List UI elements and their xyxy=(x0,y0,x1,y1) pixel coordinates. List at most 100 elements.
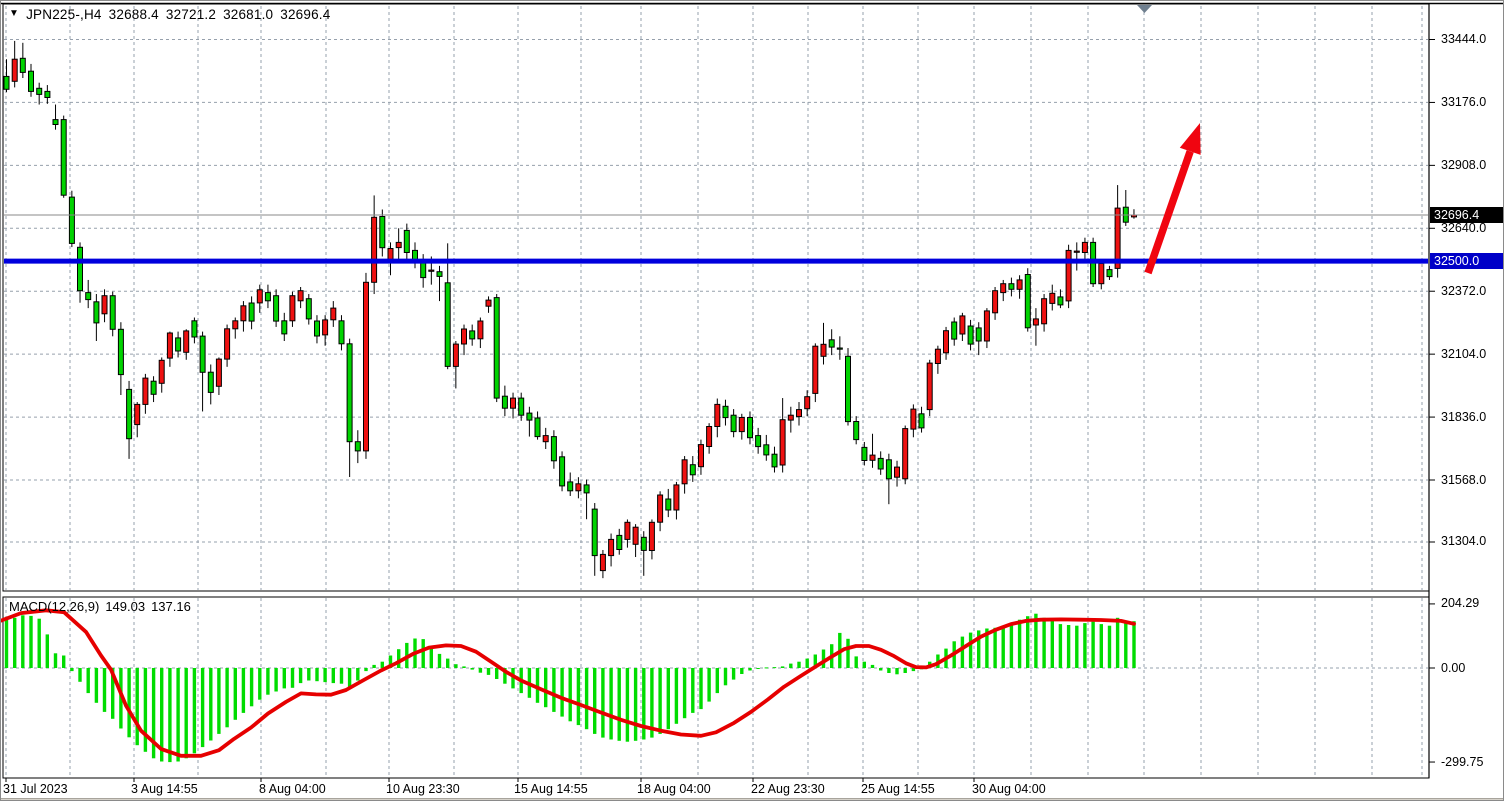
candle-body xyxy=(502,396,507,408)
macd-bar xyxy=(250,668,253,706)
macd-bar xyxy=(993,628,996,668)
candle-body xyxy=(339,321,344,344)
macd-bar xyxy=(552,668,555,712)
candle-body xyxy=(633,527,638,544)
candle-body xyxy=(241,306,246,321)
ohlc-high: 32721.2 xyxy=(166,7,216,22)
candle-body xyxy=(592,509,597,555)
candle-body xyxy=(772,454,777,467)
macd-bar xyxy=(846,639,849,668)
candle-body xyxy=(12,59,17,81)
macd-indicator-label: MACD(12,26,9) 149.03 137.16 xyxy=(9,599,191,614)
macd-bar xyxy=(471,668,474,670)
candle-body xyxy=(968,326,973,344)
candle-body xyxy=(159,360,164,383)
macd-bar xyxy=(569,668,572,721)
candle-body xyxy=(323,320,328,335)
macd-bar xyxy=(895,668,898,674)
macd-bar xyxy=(781,666,784,668)
price-axis-label: 32104.0 xyxy=(1441,347,1486,361)
macd-bar xyxy=(438,654,441,668)
macd-bar xyxy=(1026,616,1029,668)
candle-body xyxy=(649,522,654,550)
candle-body xyxy=(118,329,123,374)
time-axis-label: 30 Aug 04:00 xyxy=(972,782,1046,796)
macd-bar xyxy=(242,668,245,713)
candle-body xyxy=(690,465,695,475)
candle-body xyxy=(641,537,646,550)
candle-body xyxy=(911,409,916,429)
candle-body xyxy=(61,120,66,196)
candle-body xyxy=(200,336,205,372)
macd-bar xyxy=(1067,625,1070,668)
candle-body xyxy=(1074,251,1079,252)
candle-body xyxy=(984,311,989,341)
macd-bar xyxy=(1051,621,1054,668)
candle-body xyxy=(837,348,842,349)
candle-body xyxy=(1017,280,1022,289)
candle-body xyxy=(764,445,769,455)
price-axis-label: 31304.0 xyxy=(1441,534,1486,548)
macd-bar xyxy=(201,668,204,747)
macd-bar xyxy=(585,668,588,729)
candle-body xyxy=(135,404,140,424)
macd-bar xyxy=(340,668,343,684)
macd-bar xyxy=(593,668,596,734)
candle-body xyxy=(274,296,279,321)
candle-body xyxy=(568,482,573,491)
macd-bar xyxy=(462,666,465,668)
candle-body xyxy=(821,344,826,356)
candle-body xyxy=(674,485,679,510)
macd-axis-label: 0.00 xyxy=(1441,661,1465,675)
candle-body xyxy=(511,398,516,408)
candle-body xyxy=(470,331,475,339)
macd-bar xyxy=(87,668,90,693)
macd-bar xyxy=(658,668,661,734)
macd-bar xyxy=(283,668,286,688)
macd-bar xyxy=(38,619,41,668)
candle-body xyxy=(225,329,230,359)
candle-body xyxy=(298,291,303,301)
candle-body xyxy=(404,230,409,252)
candle-body xyxy=(993,291,998,313)
macd-bar xyxy=(797,662,800,668)
macd-bar xyxy=(871,665,874,668)
macd-bar xyxy=(667,668,670,729)
candle-body xyxy=(543,436,548,442)
macd-bar xyxy=(234,668,237,720)
price-axis-label: 33176.0 xyxy=(1441,95,1486,109)
candle-body xyxy=(445,283,450,367)
candle-body xyxy=(935,349,940,363)
macd-bar xyxy=(724,668,727,685)
candle-body xyxy=(53,120,58,125)
time-axis-label: 31 Jul 2023 xyxy=(3,782,68,796)
candle-body xyxy=(846,356,851,421)
price-axis-label: 31836.0 xyxy=(1441,410,1486,424)
time-axis-label: 10 Aug 23:30 xyxy=(386,782,460,796)
chart-window: ▼ JPN225-,H4 32688.4 32721.2 32681.0 326… xyxy=(0,0,1504,801)
candle-body xyxy=(1099,264,1104,284)
time-axis-label: 18 Aug 04:00 xyxy=(637,782,711,796)
macd-bar xyxy=(381,662,384,668)
candle-body xyxy=(739,418,744,432)
macd-bar xyxy=(683,668,686,718)
macd-bar xyxy=(740,668,743,674)
candle-body xyxy=(1050,293,1055,303)
macd-bar xyxy=(274,668,277,692)
macd-bar xyxy=(577,668,580,725)
macd-bar xyxy=(266,668,269,695)
macd-bar xyxy=(887,668,890,673)
chart-canvas[interactable] xyxy=(1,1,1504,801)
macd-bar xyxy=(1010,623,1013,668)
macd-bar xyxy=(479,668,482,673)
candle-body xyxy=(944,331,949,353)
candle-body xyxy=(829,340,834,347)
candle-body xyxy=(143,378,148,404)
candle-body xyxy=(102,296,107,314)
ohlc-close: 32696.4 xyxy=(280,7,330,22)
macd-bar xyxy=(291,668,294,688)
candle-body xyxy=(69,197,74,243)
candle-body xyxy=(372,217,377,282)
symbol-dropdown-icon[interactable]: ▼ xyxy=(9,8,19,19)
macd-bar xyxy=(78,668,81,682)
